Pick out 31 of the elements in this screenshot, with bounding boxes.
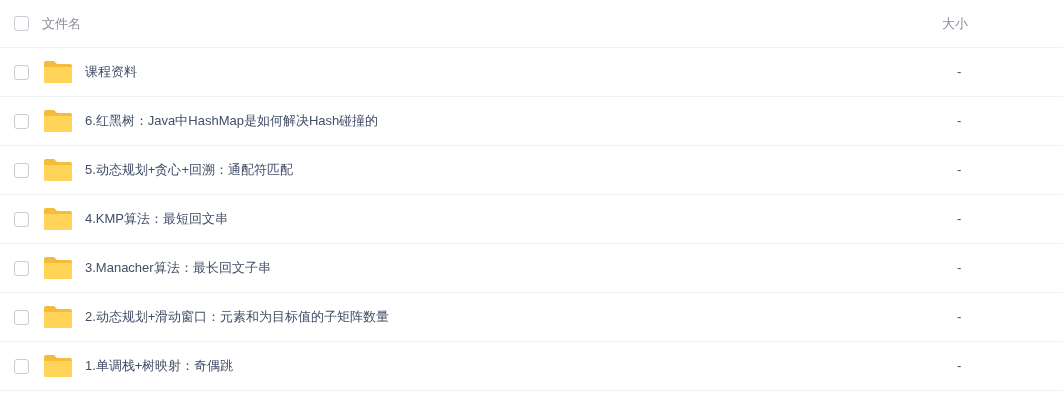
checkbox[interactable]	[14, 113, 29, 129]
file-size: -	[957, 161, 962, 180]
file-size: -	[957, 308, 962, 327]
file-size: -	[957, 112, 962, 131]
column-header: 文件名	[42, 14, 82, 33]
folder-icon	[43, 158, 73, 182]
checkbox[interactable]	[14, 162, 29, 178]
file-size: -	[957, 259, 962, 278]
file-name[interactable]: 4.KMP算法：最短回文串	[85, 209, 957, 229]
file-size: -	[957, 210, 962, 229]
folder-icon	[43, 256, 73, 280]
folder-icon	[43, 60, 73, 84]
file-size: -	[957, 357, 962, 376]
folder-icon	[43, 207, 73, 231]
checkbox[interactable]	[14, 211, 29, 227]
column-header: 大小	[942, 14, 968, 33]
file-size: -	[957, 63, 962, 82]
file-name[interactable]: 3.Manacher算法：最长回文子串	[85, 258, 957, 278]
checkbox[interactable]	[14, 64, 29, 80]
checkbox[interactable]	[14, 260, 29, 276]
folder-icon	[43, 305, 73, 329]
checkbox[interactable]	[14, 16, 29, 31]
checkbox[interactable]	[14, 358, 29, 374]
file-name[interactable]: 1.单调栈+树映射：奇偶跳	[85, 356, 957, 376]
file-name[interactable]: 6.红黑树：Java中HashMap是如何解决Hash碰撞的	[85, 111, 957, 131]
checkbox[interactable]	[14, 309, 29, 325]
file-name[interactable]: 课程资料	[85, 62, 957, 82]
file-name[interactable]: 5.动态规划+贪心+回溯：通配符匹配	[85, 160, 957, 180]
folder-icon	[43, 109, 73, 133]
file-name[interactable]: 2.动态规划+滑动窗口：元素和为目标值的子矩阵数量	[85, 307, 957, 327]
folder-icon	[43, 354, 73, 378]
